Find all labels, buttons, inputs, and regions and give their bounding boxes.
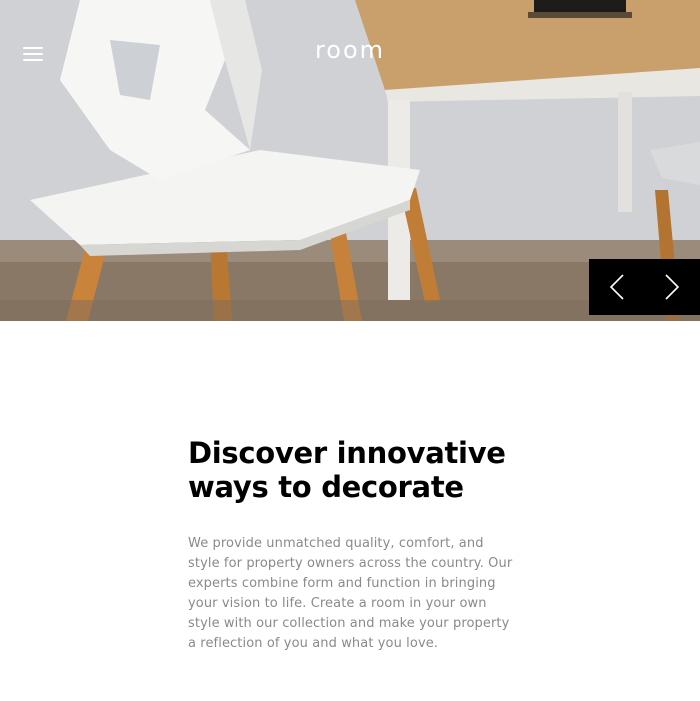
slider-navigation — [589, 259, 700, 315]
next-slide-button[interactable] — [644, 259, 699, 315]
chevron-left-icon — [609, 274, 624, 300]
about-heading: Discover innovative ways to decorate — [188, 436, 506, 504]
hero-banner: room — [0, 0, 700, 321]
about-section: Discover innovative ways to decorate We … — [188, 436, 518, 654]
previous-slide-button[interactable] — [589, 259, 644, 315]
site-logo[interactable]: room — [0, 36, 700, 64]
chevron-right-icon — [664, 274, 679, 300]
about-description: We provide unmatched quality, comfort, a… — [188, 536, 513, 651]
